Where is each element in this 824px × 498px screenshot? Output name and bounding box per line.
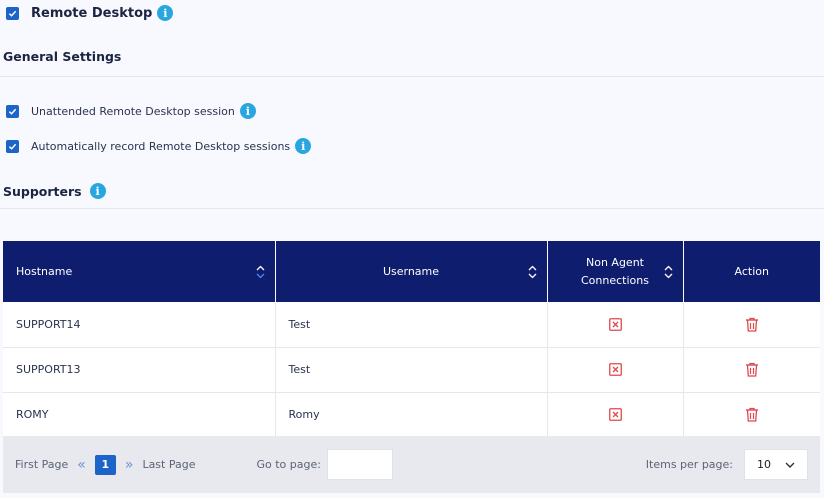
info-icon[interactable]: i: [239, 103, 256, 119]
supporters-header: Supporters i: [3, 182, 106, 200]
column-header-hostname[interactable]: Hostname: [3, 241, 276, 302]
trash-icon[interactable]: [745, 317, 759, 332]
items-per-page-value: 10: [757, 458, 771, 471]
supporters-title: Supporters: [3, 183, 82, 199]
record-sessions-checkbox[interactable]: [6, 139, 19, 153]
current-page-button[interactable]: 1: [94, 454, 116, 475]
goto-page-label: Go to page:: [256, 458, 321, 471]
action-cell: [683, 302, 820, 348]
non-agent-cell: [547, 347, 684, 393]
supporters-table: Hostname Username Non Agent Connections: [3, 241, 820, 438]
unattended-session-label: Unattended Remote Desktop session: [31, 104, 235, 118]
trash-icon[interactable]: [745, 362, 759, 377]
table-header-row: Hostname Username Non Agent Connections: [3, 241, 820, 302]
items-per-page-select[interactable]: 10: [744, 449, 808, 480]
info-icon[interactable]: i: [157, 5, 174, 21]
column-header-action: Action: [683, 241, 820, 302]
sort-icon[interactable]: [256, 264, 265, 280]
username-cell: Test: [275, 302, 548, 348]
username-cell: Romy: [275, 392, 548, 438]
divider: [0, 208, 824, 209]
non-agent-cell: [547, 392, 684, 438]
hostname-cell: ROMY: [3, 392, 276, 438]
items-per-page-label: Items per page:: [645, 458, 733, 471]
column-header-label: Username: [382, 264, 440, 278]
table-row: SUPPORT13 Test: [3, 347, 820, 393]
unattended-session-checkbox[interactable]: [6, 104, 19, 118]
info-icon[interactable]: i: [295, 138, 312, 154]
column-header-label: Action: [734, 264, 769, 278]
first-page-link[interactable]: First Page: [15, 458, 68, 471]
remote-desktop-row: Remote Desktop i: [6, 4, 174, 22]
sort-icon[interactable]: [664, 264, 673, 280]
table-row: ROMY Romy: [3, 392, 820, 438]
x-box-icon[interactable]: [608, 318, 622, 331]
double-chevron-left-icon[interactable]: «: [77, 457, 86, 473]
x-box-icon[interactable]: [608, 408, 622, 422]
x-box-icon[interactable]: [608, 363, 622, 377]
action-cell: [683, 392, 820, 438]
column-header-username[interactable]: Username: [275, 241, 548, 302]
unattended-session-row: Unattended Remote Desktop session i: [6, 102, 256, 120]
username-cell: Test: [275, 347, 548, 393]
last-page-link[interactable]: Last Page: [142, 458, 195, 471]
sort-icon[interactable]: [528, 264, 537, 280]
goto-page-input[interactable]: [326, 449, 393, 480]
hostname-cell: SUPPORT13: [3, 347, 276, 393]
column-header-label: Connections: [581, 273, 649, 287]
column-header-label: Hostname: [16, 264, 73, 278]
remote-desktop-label: Remote Desktop: [31, 5, 153, 21]
column-header-non-agent-connections[interactable]: Non Agent Connections: [547, 241, 684, 302]
record-sessions-label: Automatically record Remote Desktop sess…: [31, 139, 291, 153]
pagination-bar: First Page « 1 » Last Page Go to page: I…: [3, 436, 820, 493]
general-settings-title: General Settings: [3, 49, 122, 64]
record-sessions-row: Automatically record Remote Desktop sess…: [6, 137, 312, 155]
hostname-cell: SUPPORT14: [3, 302, 276, 348]
action-cell: [683, 347, 820, 393]
info-icon[interactable]: i: [89, 183, 106, 199]
chevron-down-icon: [785, 462, 795, 468]
non-agent-cell: [547, 302, 684, 348]
table-row: SUPPORT14 Test: [3, 302, 820, 348]
trash-icon[interactable]: [745, 407, 759, 422]
column-header-label: Non Agent: [586, 255, 644, 269]
divider: [0, 76, 824, 77]
remote-desktop-checkbox[interactable]: [6, 6, 19, 20]
double-chevron-right-icon[interactable]: »: [125, 457, 134, 473]
